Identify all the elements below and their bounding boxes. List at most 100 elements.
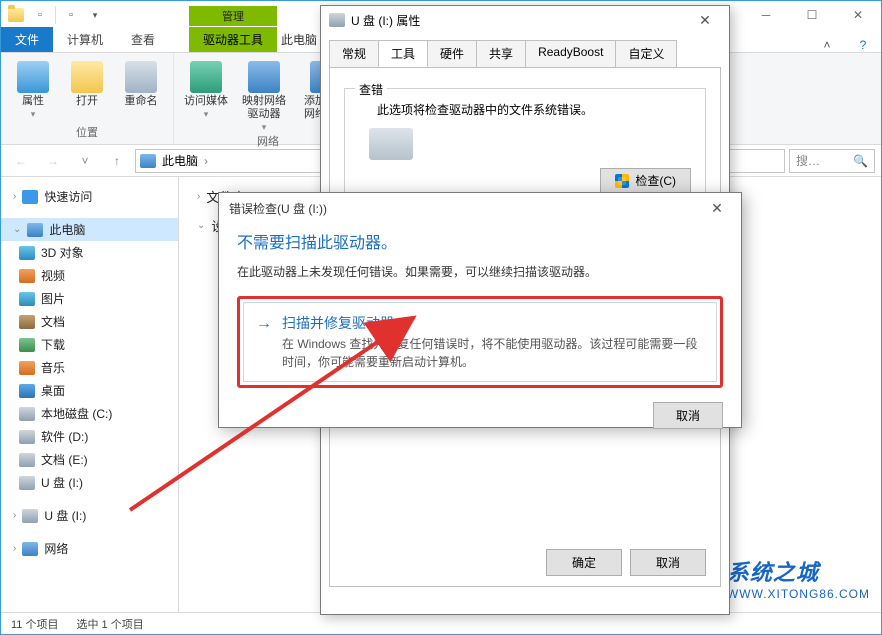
nav-forward-button[interactable]: →	[39, 148, 67, 174]
chevron-right-icon: ›	[13, 543, 16, 554]
sidebar-drive-e[interactable]: 文档 (E:)	[1, 448, 178, 471]
desktop-icon	[19, 384, 35, 398]
hdd-icon	[19, 453, 35, 467]
sidebar-drive-c[interactable]: 本地磁盘 (C:)	[1, 402, 178, 425]
chevron-down-icon: ⌄	[197, 220, 205, 231]
sidebar-label: 音乐	[41, 359, 65, 376]
hdd-icon	[19, 430, 35, 444]
cancel-button[interactable]: 取消	[653, 402, 723, 429]
action-title: 扫描并修复驱动器	[282, 313, 704, 333]
tab-view[interactable]: 查看	[117, 27, 169, 52]
sidebar-label: 软件 (D:)	[41, 428, 88, 445]
tab-custom[interactable]: 自定义	[615, 40, 677, 67]
tab-computer[interactable]: 计算机	[53, 27, 117, 52]
tab-tools[interactable]: 工具	[378, 40, 428, 67]
dialog-buttons: 取消	[237, 388, 723, 429]
close-button[interactable]: ✕	[689, 12, 721, 29]
sidebar-drive-usb1[interactable]: U 盘 (I:)	[1, 471, 178, 494]
tab-share[interactable]: 共享	[476, 40, 526, 67]
ribbon-group-location: 属性 ▾ 打开 重命名 位置	[1, 53, 174, 144]
network-icon	[22, 542, 38, 556]
arrow-right-icon: →	[256, 313, 272, 371]
dialog-titlebar: U 盘 (I:) 属性 ✕	[321, 6, 729, 34]
nav-back-button[interactable]: ←	[7, 148, 35, 174]
nav-recent-dropdown[interactable]: ˅	[71, 148, 99, 174]
usb-icon	[19, 476, 35, 490]
properties-button[interactable]: 属性 ▾	[9, 61, 57, 118]
maximize-button[interactable]: ☐	[789, 1, 835, 29]
drive-icon	[329, 13, 345, 27]
search-input[interactable]: 搜… 🔍	[789, 149, 875, 173]
statusbar: 11 个项目 选中 1 个项目	[1, 612, 881, 634]
pc-icon	[140, 154, 156, 168]
action-description: 在 Windows 查找并修复任何错误时，将不能使用驱动器。该过程可能需要一段时…	[282, 335, 704, 371]
sidebar-3d-objects[interactable]: 3D 对象	[1, 241, 178, 264]
qat-check-icon[interactable]: ▫	[29, 4, 51, 26]
tab-readyboost[interactable]: ReadyBoost	[525, 40, 616, 67]
window-controls: ─ ☐ ✕	[743, 1, 881, 29]
scan-repair-highlightbox: → 扫描并修复驱动器 在 Windows 查找并修复任何错误时，将不能使用驱动器…	[237, 296, 723, 388]
sidebar-pictures[interactable]: 图片	[1, 287, 178, 310]
sidebar-documents[interactable]: 文档	[1, 310, 178, 333]
scan-repair-action[interactable]: → 扫描并修复驱动器 在 Windows 查找并修复任何错误时，将不能使用驱动器…	[243, 302, 717, 382]
video-icon	[19, 269, 35, 283]
minimize-button[interactable]: ─	[743, 1, 789, 29]
map-network-icon	[248, 61, 280, 93]
qat-folder-icon[interactable]	[5, 4, 27, 26]
sidebar-drive-usb2[interactable]: ›U 盘 (I:)	[1, 504, 178, 527]
dialog-title: U 盘 (I:) 属性	[351, 12, 420, 29]
sidebar-label: 网络	[44, 540, 68, 557]
sidebar-label: 3D 对象	[41, 244, 84, 261]
chevron-down-icon: ▾	[31, 110, 36, 118]
shield-icon	[615, 174, 629, 188]
sidebar-label: 桌面	[41, 382, 65, 399]
dialog-headline: 不需要扫描此驱动器。	[237, 229, 723, 253]
sidebar-label: 视频	[41, 267, 65, 284]
tab-hardware[interactable]: 硬件	[427, 40, 477, 67]
media-icon	[190, 61, 222, 93]
sidebar-drive-d[interactable]: 软件 (D:)	[1, 425, 178, 448]
qat-dropdown-icon[interactable]	[84, 4, 106, 26]
window-title: 此电脑	[281, 31, 317, 48]
cancel-button[interactable]: 取消	[630, 549, 706, 576]
sidebar-this-pc[interactable]: ⌄ 此电脑	[1, 218, 178, 241]
chevron-right-icon: ›	[197, 191, 200, 202]
pc-icon	[27, 223, 43, 237]
nav-up-button[interactable]: ↑	[103, 148, 131, 174]
qat-paste-icon[interactable]: ▫	[60, 4, 82, 26]
open-button[interactable]: 打开	[63, 61, 111, 108]
watermark-url: WWW.XITONG86.COM	[727, 587, 870, 601]
search-icon: 🔍	[853, 154, 868, 168]
chevron-down-icon: ⌄	[13, 224, 21, 235]
close-button[interactable]: ✕	[703, 200, 731, 217]
properties-label: 属性	[22, 95, 44, 108]
sidebar-desktop[interactable]: 桌面	[1, 379, 178, 402]
tab-general[interactable]: 常规	[329, 40, 379, 67]
map-network-button[interactable]: 映射网络 驱动器 ▾	[236, 61, 292, 131]
picture-icon	[19, 292, 35, 306]
group-location-label: 位置	[76, 122, 98, 142]
close-button[interactable]: ✕	[835, 1, 881, 29]
sidebar-label: U 盘 (I:)	[41, 474, 83, 491]
access-media-button[interactable]: 访问媒体 ▾	[182, 61, 230, 118]
check-button[interactable]: 检查(C)	[600, 168, 691, 193]
hdd-icon	[19, 407, 35, 421]
ribbon-collapse-icon[interactable]: ˄	[809, 38, 845, 52]
tab-file[interactable]: 文件	[1, 27, 53, 52]
rename-button[interactable]: 重命名	[117, 61, 165, 108]
sidebar-quick-access[interactable]: › 快速访问	[1, 185, 178, 208]
sidebar-downloads[interactable]: 下载	[1, 333, 178, 356]
tab-drive-tools[interactable]: 驱动器工具	[189, 27, 277, 52]
usb-icon	[22, 509, 38, 523]
chevron-right-icon: ›	[204, 154, 208, 168]
sidebar-label: U 盘 (I:)	[44, 507, 86, 524]
download-icon	[19, 338, 35, 352]
sidebar-music[interactable]: 音乐	[1, 356, 178, 379]
help-icon[interactable]: ?	[845, 38, 881, 52]
dialog-buttons: 确定 取消	[546, 549, 706, 576]
ok-button[interactable]: 确定	[546, 549, 622, 576]
breadcrumb-root[interactable]: 此电脑	[162, 152, 198, 169]
sidebar-videos[interactable]: 视频	[1, 264, 178, 287]
dialog-titlebar: 错误检查(U 盘 (I:)) ✕	[219, 193, 741, 223]
sidebar-network[interactable]: › 网络	[1, 537, 178, 560]
